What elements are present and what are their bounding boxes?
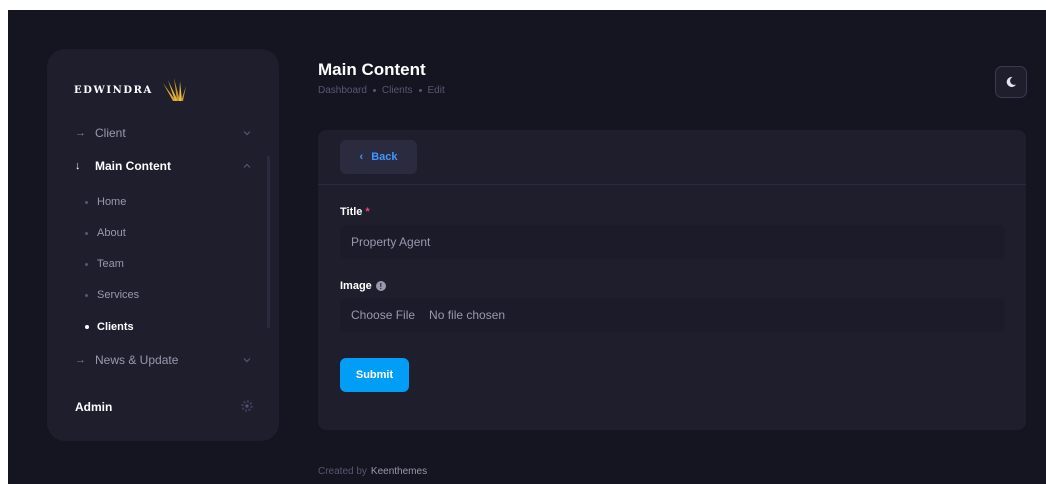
arrow-right-icon: → xyxy=(75,354,86,366)
sidebar-item-news-update[interactable]: → News & Update xyxy=(47,347,279,373)
bullet-icon xyxy=(85,325,89,329)
breadcrumb-separator xyxy=(372,89,376,92)
info-icon[interactable]: ! xyxy=(375,281,386,291)
sidebar-subitem-team[interactable]: Team xyxy=(47,253,267,275)
sidebar: EDWINDRA → Client ↓ Main Content Home Ab… xyxy=(47,49,279,441)
moon-icon xyxy=(1006,76,1016,87)
back-button[interactable]: ‹ Back xyxy=(340,140,417,174)
image-file-input[interactable]: Choose File No file chosen xyxy=(340,298,1005,332)
arrow-right-icon: → xyxy=(75,127,86,139)
back-button-label: Back xyxy=(371,151,398,163)
chevron-down-icon xyxy=(243,131,251,136)
breadcrumb-item-clients[interactable]: Clients xyxy=(382,85,413,96)
app-shell: EDWINDRA → Client ↓ Main Content Home Ab… xyxy=(8,10,1046,484)
title-field-label: Title * xyxy=(340,206,370,218)
footer-created-by: Created by xyxy=(318,466,367,477)
card-divider xyxy=(318,184,1026,185)
edit-form-card: ‹ Back Title * Image ! Choose File No fi… xyxy=(318,130,1026,430)
chevron-up-icon xyxy=(243,163,251,168)
sidebar-subitem-label: About xyxy=(97,227,126,239)
image-field-label: Image ! xyxy=(340,280,386,292)
submit-button[interactable]: Submit xyxy=(340,358,409,392)
bullet-icon xyxy=(85,231,88,235)
logo[interactable]: EDWINDRA xyxy=(74,77,191,103)
sidebar-scrollbar[interactable] xyxy=(267,156,270,328)
sidebar-subitem-label: Clients xyxy=(97,321,134,333)
sidebar-item-label: Client xyxy=(95,126,126,140)
chevron-left-icon: ‹ xyxy=(359,151,364,163)
title-input[interactable] xyxy=(340,225,1005,259)
wheat-logo-icon xyxy=(162,78,186,101)
logo-text: EDWINDRA xyxy=(74,84,153,96)
arrow-down-icon: ↓ xyxy=(75,160,81,172)
file-status-text: No file chosen xyxy=(429,308,506,322)
sidebar-subitem-clients[interactable]: Clients xyxy=(47,316,267,338)
breadcrumb-item-dashboard[interactable]: Dashboard xyxy=(318,85,367,96)
sidebar-subitem-services[interactable]: Services xyxy=(47,284,267,306)
bullet-icon xyxy=(85,262,88,266)
sidebar-subitem-label: Team xyxy=(97,258,124,270)
bullet-icon xyxy=(85,200,88,204)
sidebar-subitem-about[interactable]: About xyxy=(47,222,267,244)
sidebar-user-name[interactable]: Admin xyxy=(75,400,112,414)
sidebar-subitem-home[interactable]: Home xyxy=(47,191,267,213)
chevron-down-icon xyxy=(243,358,251,363)
sidebar-subitem-label: Home xyxy=(97,196,127,208)
gear-icon[interactable] xyxy=(240,399,254,413)
page-footer: Created by Keenthemes xyxy=(318,466,427,477)
footer-brand-link[interactable]: Keenthemes xyxy=(371,466,427,477)
sidebar-item-client[interactable]: → Client xyxy=(47,120,279,146)
choose-file-button[interactable]: Choose File xyxy=(351,308,415,322)
required-indicator: * xyxy=(365,206,370,218)
image-label-text: Image xyxy=(340,280,372,292)
title-label-text: Title xyxy=(340,206,363,218)
sidebar-item-main-content[interactable]: ↓ Main Content xyxy=(47,153,279,179)
breadcrumb: Dashboard Clients Edit xyxy=(318,85,445,96)
bullet-icon xyxy=(85,293,88,297)
sidebar-item-label: Main Content xyxy=(95,159,171,173)
sidebar-item-label: News & Update xyxy=(95,353,179,367)
page-title: Main Content xyxy=(318,60,426,79)
sidebar-subitem-label: Services xyxy=(97,289,140,301)
breadcrumb-separator xyxy=(418,89,422,92)
breadcrumb-item-edit: Edit xyxy=(427,85,445,96)
theme-toggle-button[interactable] xyxy=(995,66,1027,98)
